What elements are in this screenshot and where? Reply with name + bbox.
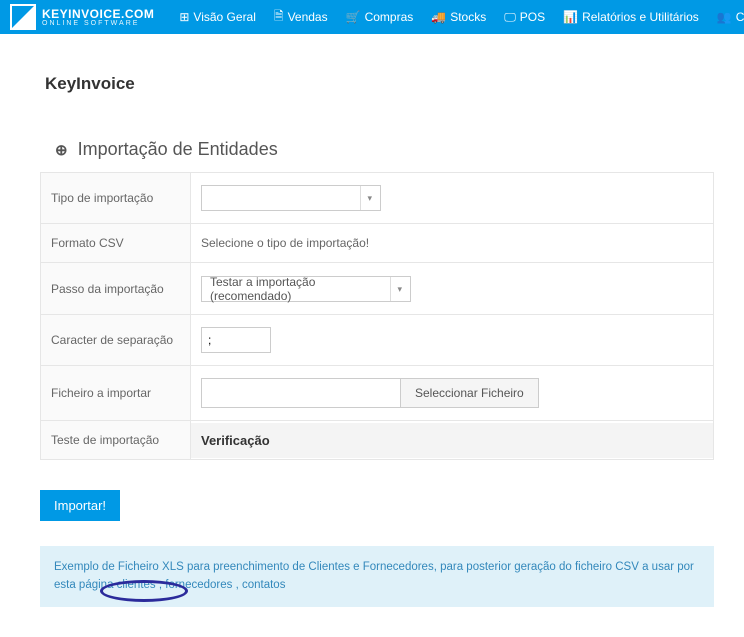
import-type-select[interactable]: ▾ xyxy=(201,185,381,211)
test-label: Teste de importação xyxy=(41,421,191,460)
chevron-down-icon: ▾ xyxy=(390,277,402,301)
nav-reports[interactable]: 📊 Relatórios e Utilitários xyxy=(563,7,699,28)
logo-text: KEYINVOICE.COM ONLINE SOFTWARE xyxy=(42,8,154,27)
page-content: KeyInvoice ⊕ Importação de Entidades Tip… xyxy=(0,34,744,637)
csv-format-msg: Selecione o tipo de importação! xyxy=(191,224,714,263)
main-nav: ⊞ Visão Geral 🗎 Vendas 🛒 Compras 🚚 Stocks 🖵 P… xyxy=(179,7,744,28)
import-step-select[interactable]: Testar a importação (recomendado) ▾ xyxy=(201,276,411,302)
nav-label: Compras xyxy=(365,10,414,24)
logo-icon xyxy=(10,4,36,30)
file-path-input[interactable] xyxy=(201,378,401,408)
import-button[interactable]: Importar! xyxy=(40,490,120,521)
import-step-label: Passo da importação xyxy=(41,263,191,315)
section-title: ⊕ Importação de Entidades xyxy=(55,139,714,160)
nav-label: Stocks xyxy=(450,10,486,24)
nav-label: POS xyxy=(520,10,545,24)
import-form: Tipo de importação ▾ Formato CSV Selecio… xyxy=(40,172,714,460)
monitor-icon: 🖵 xyxy=(504,10,516,25)
info-note: Exemplo de Ficheiro XLS para preenchimen… xyxy=(40,546,714,607)
link-contatos[interactable]: contatos xyxy=(242,579,285,591)
csv-format-label: Formato CSV xyxy=(41,224,191,263)
logo-subtitle: ONLINE SOFTWARE xyxy=(42,20,154,27)
select-value: Testar a importação (recomendado) xyxy=(210,275,390,303)
nav-pos[interactable]: 🖵 POS xyxy=(504,7,545,28)
import-type-label: Tipo de importação xyxy=(41,173,191,224)
cart-icon: 🛒 xyxy=(346,10,361,24)
nav-sales[interactable]: 🗎 Vendas xyxy=(274,7,328,28)
nav-label: CRM xyxy=(736,10,744,24)
upload-icon: ⊕ xyxy=(55,141,68,159)
nav-label: Relatórios e Utilitários xyxy=(582,10,699,24)
note-sep: , xyxy=(232,579,242,591)
chevron-down-icon: ▾ xyxy=(360,186,372,210)
top-navbar: KEYINVOICE.COM ONLINE SOFTWARE ⊞ Visão Ge… xyxy=(0,0,744,34)
link-clientes[interactable]: clientes xyxy=(117,579,156,591)
separator-label: Caracter de separação xyxy=(41,315,191,366)
truck-icon: 🚚 xyxy=(431,10,446,24)
note-sep: , xyxy=(156,579,166,591)
nav-crm[interactable]: 👥 CRM xyxy=(717,7,744,28)
dashboard-icon: ⊞ xyxy=(179,10,189,24)
document-icon: 🗎 xyxy=(274,7,284,28)
nav-purchases[interactable]: 🛒 Compras xyxy=(346,7,414,28)
section-title-text: Importação de Entidades xyxy=(78,139,278,160)
nav-label: Vendas xyxy=(288,10,328,24)
file-label: Ficheiro a importar xyxy=(41,366,191,421)
select-file-button[interactable]: Seleccionar Ficheiro xyxy=(401,378,539,408)
people-icon: 👥 xyxy=(717,10,732,24)
verification-heading: Verificação xyxy=(191,423,713,458)
logo[interactable]: KEYINVOICE.COM ONLINE SOFTWARE xyxy=(10,4,154,30)
logo-title: KEYINVOICE.COM xyxy=(42,8,154,20)
nav-overview[interactable]: ⊞ Visão Geral xyxy=(179,7,256,28)
chart-icon: 📊 xyxy=(563,10,578,24)
nav-stocks[interactable]: 🚚 Stocks xyxy=(431,7,486,28)
file-picker: Seleccionar Ficheiro xyxy=(201,378,703,408)
nav-label: Visão Geral xyxy=(193,10,255,24)
separator-input[interactable] xyxy=(201,327,271,353)
page-title: KeyInvoice xyxy=(45,74,709,94)
link-fornecedores[interactable]: fornecedores xyxy=(165,579,232,591)
